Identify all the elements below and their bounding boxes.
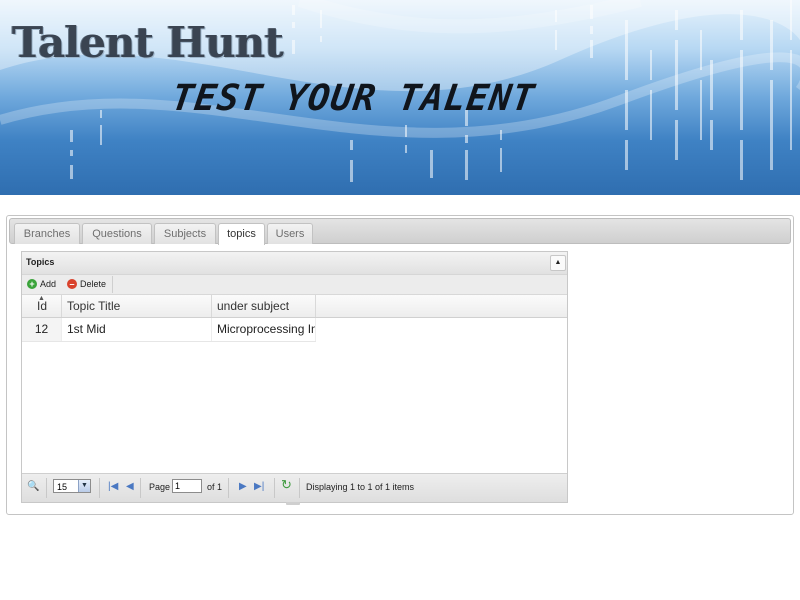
header-banner: Talent Hunt TEST YOUR TALENT <box>0 0 800 195</box>
column-header-under-subject[interactable]: under subject <box>212 295 316 317</box>
chevron-down-icon: ▼ <box>78 480 90 492</box>
last-page-icon[interactable]: ▶| <box>254 481 264 493</box>
first-page-icon[interactable]: |◀ <box>108 481 118 493</box>
pager-separator <box>274 478 275 498</box>
column-header-topic-title[interactable]: Topic Title <box>62 295 212 317</box>
delete-label: Delete <box>80 279 107 289</box>
delete-icon: – <box>67 278 77 289</box>
cell-under-subject: Microprocessing In <box>212 318 316 341</box>
rows-per-page-select[interactable]: 15 ▼ <box>53 479 91 493</box>
grid-title-bar: Topics ▲ <box>22 252 567 275</box>
cell-id: 12 <box>22 318 62 341</box>
pager-separator <box>46 478 47 498</box>
add-icon: + <box>27 278 37 289</box>
grid-header: ▲ Id Topic Title under subject <box>22 295 316 318</box>
cell-topic-title: 1st Mid <box>62 318 212 341</box>
topics-grid: Topics ▲ + Add – Delete ▲ Id Topic Title u… <box>21 251 568 505</box>
tab-strip: Branches Questions Subjects topics Users <box>9 218 791 245</box>
pager-separator <box>299 478 300 498</box>
tab-topics[interactable]: topics <box>218 223 265 245</box>
previous-page-icon[interactable]: ◀ <box>126 481 134 493</box>
page-count-label: of 1 <box>207 482 223 492</box>
site-tagline: TEST YOUR TALENT <box>169 78 538 119</box>
next-page-icon[interactable]: ▶ <box>239 481 247 493</box>
pager-status: Displaying 1 to 1 of 1 items <box>306 482 415 492</box>
tab-subjects[interactable]: Subjects <box>154 223 216 244</box>
page-label: Page <box>149 482 171 492</box>
tab-users[interactable]: Users <box>267 223 313 244</box>
rows-per-page-value: 15 <box>57 482 68 492</box>
admin-panel: Branches Questions Subjects topics Users… <box>6 215 794 515</box>
page-number-input[interactable] <box>172 479 202 493</box>
tab-branches[interactable]: Branches <box>14 223 80 244</box>
toolbar-separator <box>112 276 113 293</box>
grid-header-filler <box>316 295 567 318</box>
grid-title: Topics <box>26 257 55 267</box>
triangle-up-icon: ▲ <box>554 259 562 266</box>
column-header-id[interactable]: ▲ Id <box>22 295 62 317</box>
pager-separator <box>99 478 100 498</box>
site-title: Talent Hunt <box>12 18 284 67</box>
search-icon[interactable]: 🔍 <box>27 481 39 493</box>
pager-separator <box>228 478 229 498</box>
pager-separator <box>140 478 141 498</box>
resize-handle[interactable] <box>286 502 300 505</box>
collapse-button[interactable]: ▲ <box>550 255 566 271</box>
delete-button[interactable]: – Delete <box>67 277 106 292</box>
table-row[interactable]: 12 1st Mid Microprocessing In <box>22 318 316 342</box>
sort-ascending-icon: ▲ <box>38 295 45 302</box>
refresh-icon[interactable]: ↻ <box>281 478 292 491</box>
tab-questions[interactable]: Questions <box>82 223 152 244</box>
grid-toolbar: + Add – Delete <box>22 275 567 295</box>
pager-bar: 🔍 15 ▼ |◀ ◀ Page of 1 ▶ ▶| ↻ Displaying … <box>22 473 567 505</box>
